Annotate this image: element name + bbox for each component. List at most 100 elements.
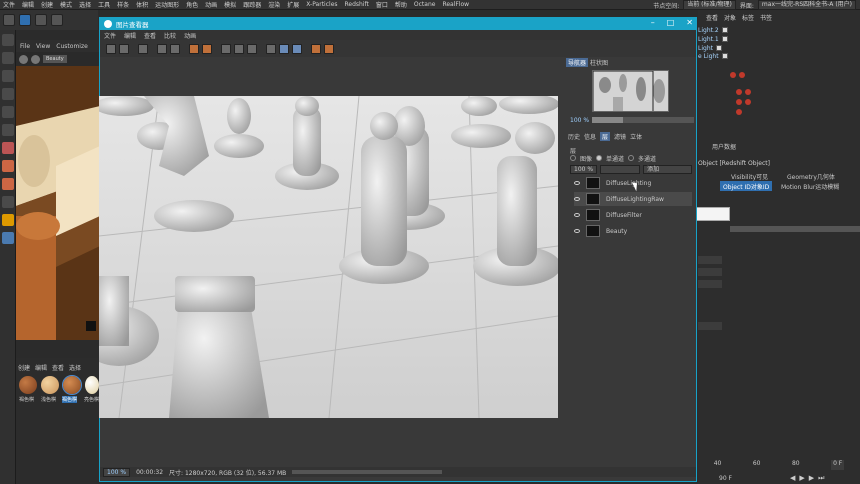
pv-menu-item[interactable]: 比较 (164, 31, 176, 40)
tab-visibility[interactable]: Visibility可见 (728, 171, 771, 181)
next-frame-icon[interactable]: ▶ (809, 474, 814, 483)
aov-select[interactable]: Beauty (43, 55, 67, 63)
opacity-stepper[interactable] (600, 165, 641, 174)
tab-geometry[interactable]: Geometry几何体 (784, 171, 838, 181)
sculpt-icon[interactable] (2, 196, 14, 208)
menu-item[interactable]: 创建 (41, 0, 53, 9)
material-tag-icon[interactable] (730, 72, 736, 78)
om-tab[interactable]: 查看 (706, 13, 718, 22)
attr-tab-user-data[interactable]: 用户数据 (712, 142, 736, 151)
attribute-field[interactable] (698, 280, 722, 288)
material-tag-icon[interactable] (736, 99, 742, 105)
pv-menu-item[interactable]: 查看 (144, 31, 156, 40)
last-frame-icon[interactable]: ⏭ (818, 474, 824, 483)
undo-icon[interactable] (3, 14, 15, 26)
menu-item[interactable]: Octane (414, 1, 436, 8)
menu-item[interactable]: 选择 (79, 0, 91, 9)
menu-item[interactable]: 窗口 (376, 0, 388, 9)
end-frame-field[interactable]: 90 F (719, 475, 732, 482)
color-popup[interactable] (695, 207, 730, 221)
menu-item[interactable]: RealFlow (442, 1, 469, 8)
viewport-menu-file[interactable]: File (20, 43, 30, 50)
menu-item[interactable]: 体积 (136, 0, 148, 9)
render-region-icon[interactable] (170, 43, 180, 54)
object-row[interactable] (736, 108, 860, 116)
attribute-field[interactable] (698, 268, 722, 276)
object-row[interactable]: e Light (698, 52, 850, 60)
viewport-menu-view[interactable]: View (36, 43, 50, 50)
layout-select[interactable]: max一线完-RS四科全书-A (用户) (757, 0, 856, 10)
material-swatch[interactable] (19, 376, 37, 394)
difference-icon[interactable] (324, 43, 334, 54)
compare-swap-icon[interactable] (247, 43, 257, 54)
menu-item[interactable]: 动画 (205, 0, 217, 9)
material-menu-item[interactable]: 查看 (52, 363, 64, 372)
menu-item[interactable]: 样条 (117, 0, 129, 9)
edge-mode-icon[interactable] (2, 88, 14, 100)
pv-menu-item[interactable]: 编辑 (124, 31, 136, 40)
horizontal-scrollbar[interactable] (292, 470, 443, 474)
tab-filter[interactable]: 滤镜 (614, 132, 626, 141)
status-zoom-field[interactable]: 100 % (103, 467, 131, 477)
material-menu-item[interactable]: 创建 (18, 363, 30, 372)
blend-mode-select[interactable]: 添加 (643, 165, 692, 174)
object-row[interactable]: Light (698, 44, 850, 52)
tab-motion-blur[interactable]: Motion Blur运动模糊 (778, 181, 842, 191)
material-tag-icon[interactable] (736, 89, 742, 95)
visibility-checkbox[interactable] (721, 36, 728, 42)
object-row[interactable] (730, 71, 860, 79)
viewport-menu-customize[interactable]: Customize (56, 43, 88, 50)
eye-icon[interactable] (574, 181, 580, 185)
tab-histogram[interactable]: 柱状图 (590, 58, 608, 67)
fullscreen-icon[interactable] (266, 43, 276, 54)
split-horizontal-icon[interactable] (279, 43, 289, 54)
visibility-checkbox[interactable] (715, 45, 722, 51)
material-tag-icon[interactable] (736, 109, 742, 115)
ipr-dot-icon[interactable] (31, 54, 40, 64)
play-icon[interactable]: ▶ (799, 474, 804, 483)
menu-item[interactable]: X-Particles (306, 1, 337, 8)
attribute-slider[interactable] (730, 226, 860, 232)
axis-icon[interactable] (2, 124, 14, 136)
menu-item[interactable]: 工具 (98, 0, 110, 9)
material-tag-icon[interactable] (739, 72, 745, 78)
material-swatch[interactable] (85, 376, 99, 394)
prev-frame-icon[interactable]: ◀ (790, 474, 795, 483)
compare-a-icon[interactable] (221, 43, 231, 54)
material-menu-item[interactable]: 选择 (69, 363, 81, 372)
layer-row[interactable]: DiffuseFilter (574, 208, 692, 222)
layer-row[interactable]: Beauty (574, 224, 692, 238)
split-vertical-icon[interactable] (292, 43, 302, 54)
radio-multi-pass[interactable] (628, 155, 635, 161)
close-icon[interactable]: ✕ (686, 18, 693, 27)
picture-viewer-titlebar[interactable]: 图片查看器 – □ ✕ (99, 17, 697, 30)
attribute-field[interactable] (698, 256, 722, 264)
menu-item[interactable]: 帮助 (395, 0, 407, 9)
tab-info[interactable]: 信息 (584, 132, 596, 141)
rotate-icon[interactable] (51, 14, 63, 26)
move-icon[interactable] (19, 14, 31, 26)
om-tab[interactable]: 书签 (760, 13, 772, 22)
menu-item[interactable]: 编辑 (22, 0, 34, 9)
radio-single-pass[interactable] (596, 155, 603, 161)
render-view-icon[interactable] (157, 43, 167, 54)
zoom-value[interactable]: 100 % (570, 117, 589, 124)
pv-menu-item[interactable]: 文件 (104, 31, 116, 40)
menu-item[interactable]: 扩展 (287, 0, 299, 9)
eye-icon[interactable] (574, 197, 580, 201)
menu-item[interactable]: Redshift (345, 1, 369, 8)
object-row[interactable]: Light.2 (698, 26, 850, 34)
radio-image[interactable] (570, 155, 576, 161)
layer-row-selected[interactable]: DiffuseLightingRaw (574, 192, 692, 206)
stop-render-icon[interactable] (138, 43, 148, 54)
redshift-render-icon[interactable] (2, 178, 14, 190)
render-image[interactable] (99, 96, 558, 418)
material-tag-icon[interactable] (745, 99, 751, 105)
menu-item[interactable]: 渲染 (268, 0, 280, 9)
material-swatch[interactable] (62, 375, 82, 395)
snap-icon[interactable] (2, 142, 14, 154)
menu-item[interactable]: 文件 (3, 0, 15, 9)
polygon-mode-icon[interactable] (2, 106, 14, 118)
attribute-field[interactable] (698, 322, 722, 330)
point-mode-icon[interactable] (2, 70, 14, 82)
